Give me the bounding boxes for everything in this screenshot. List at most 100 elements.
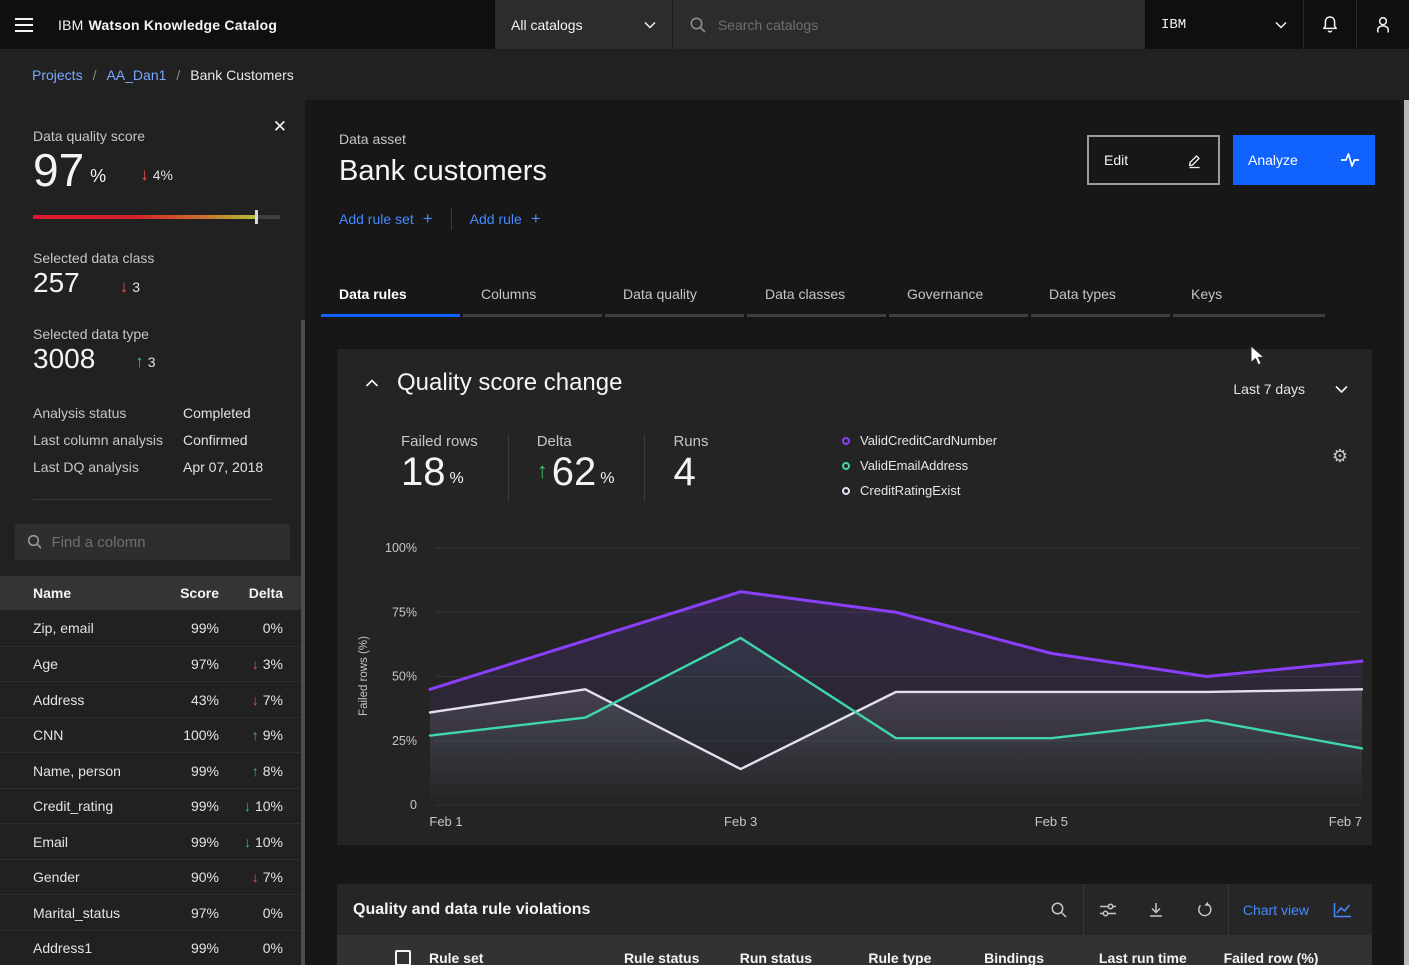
arrow-down-icon: ↓	[252, 692, 259, 708]
data-type-delta-value: 3	[148, 354, 156, 370]
stat-delta: Delta ↑ 62 %	[537, 433, 645, 492]
status-value: Confirmed	[183, 432, 273, 448]
data-type-value: 3008	[33, 342, 95, 376]
collapse-chevron-icon[interactable]	[365, 379, 379, 388]
stat-label: Runs	[673, 433, 708, 450]
add-rule-set-link[interactable]: Add rule set +	[339, 209, 433, 229]
time-range-dropdown[interactable]: Last 7 days	[1233, 381, 1348, 397]
tab-columns[interactable]: Columns	[463, 280, 602, 317]
tab-data-quality[interactable]: Data quality	[605, 280, 744, 317]
tab-data-rules[interactable]: Data rules	[321, 280, 460, 317]
chart-view-toggle[interactable]: Chart view	[1229, 884, 1372, 935]
tab-governance[interactable]: Governance	[889, 280, 1028, 317]
violations-column-header: Failed row (%)	[1224, 950, 1372, 965]
arrow-down-icon: ↓	[252, 656, 259, 672]
column-score: 99%	[157, 798, 219, 814]
chart-title: Quality score change	[397, 369, 622, 397]
tab-data-types[interactable]: Data types	[1031, 280, 1170, 317]
table-row[interactable]: Address199% 0%	[0, 930, 305, 965]
filter-button[interactable]	[1084, 884, 1132, 935]
delta-value: 0%	[263, 940, 283, 956]
tab-underline	[605, 314, 744, 317]
column-name: Email	[0, 834, 157, 850]
column-score: 43%	[157, 692, 219, 708]
download-button[interactable]	[1132, 884, 1180, 935]
plus-icon: +	[531, 209, 541, 229]
page-scrollbar[interactable]	[1404, 100, 1409, 965]
search-input[interactable]	[718, 17, 1129, 33]
breadcrumb: Projects/AA_Dan1/Bank Customers	[0, 49, 1409, 100]
catalog-search	[673, 0, 1145, 49]
status-value: Apr 07, 2018	[183, 459, 273, 475]
tab-underline	[747, 314, 886, 317]
table-row[interactable]: Age97%↓3%	[0, 646, 305, 682]
table-row[interactable]: CNN100%↑9%	[0, 717, 305, 753]
legend-item[interactable]: ValidCreditCardNumber	[842, 433, 997, 448]
tab-label: Columns	[463, 280, 602, 302]
column-score: 99%	[157, 940, 219, 956]
breadcrumb-link[interactable]: AA_Dan1	[106, 67, 166, 83]
column-delta: ↑8%	[219, 763, 305, 779]
refresh-button[interactable]	[1180, 884, 1228, 935]
violations-column-header: Rule type	[868, 950, 984, 965]
column-score: 100%	[157, 727, 219, 743]
data-class-delta-value: 3	[132, 279, 140, 295]
close-icon[interactable]: ✕	[273, 118, 287, 135]
x-tick-label: Feb 3	[724, 814, 757, 829]
chevron-down-icon	[1275, 21, 1287, 29]
select-all-checkbox[interactable]	[395, 950, 411, 965]
account-dropdown[interactable]: IBM	[1145, 0, 1303, 49]
quality-score-card: Quality score change Last 7 days Failed …	[337, 349, 1372, 845]
column-name: Age	[0, 656, 157, 672]
table-row[interactable]: Zip, email99%0%	[0, 610, 305, 646]
violations-card: Quality and data rule violations Chart v…	[337, 884, 1372, 965]
table-row[interactable]: Address43%↓7%	[0, 681, 305, 717]
find-column-input[interactable]	[51, 534, 278, 551]
menu-icon[interactable]	[0, 0, 48, 49]
column-score: 97%	[157, 656, 219, 672]
legend-ring-icon	[842, 437, 850, 445]
add-rule-label: Add rule	[470, 211, 522, 227]
column-delta: 0%	[219, 620, 305, 636]
table-row[interactable]: Gender90%↓7%	[0, 859, 305, 895]
catalogs-dropdown[interactable]: All catalogs	[495, 0, 673, 49]
table-row[interactable]: Name, person99%↑8%	[0, 752, 305, 788]
column-delta: ↓7%	[219, 692, 305, 708]
tab-keys[interactable]: Keys	[1173, 280, 1325, 317]
notifications-button[interactable]	[1303, 0, 1356, 49]
column-name: Marital_status	[0, 905, 157, 921]
arrow-down-icon: ↓	[244, 798, 251, 814]
column-score: 99%	[157, 763, 219, 779]
breadcrumb-separator: /	[176, 67, 180, 83]
brand-name: Watson Knowledge Catalog	[89, 17, 278, 33]
y-axis-label: Failed rows (%)	[358, 636, 370, 716]
stat-value: 4	[673, 452, 695, 492]
table-row[interactable]: Email99%↓10%	[0, 823, 305, 859]
breadcrumb-link[interactable]: Projects	[32, 67, 83, 83]
add-rule-link[interactable]: Add rule +	[470, 209, 541, 229]
main-content: Data asset Bank customers Add rule set +…	[305, 100, 1409, 965]
tab-underline	[1173, 314, 1325, 317]
download-icon	[1147, 901, 1165, 919]
arrow-up-icon: ↑	[135, 352, 144, 372]
arrow-up-icon: ↑	[537, 458, 548, 492]
column-delta: ↑9%	[219, 727, 305, 743]
delta-value: 7%	[263, 692, 283, 708]
legend-item[interactable]: CreditRatingExist	[842, 483, 997, 498]
profile-button[interactable]	[1356, 0, 1409, 49]
edit-button[interactable]: Edit	[1087, 135, 1220, 185]
tab-data-classes[interactable]: Data classes	[747, 280, 886, 317]
table-row[interactable]: Credit_rating99%↓10%	[0, 788, 305, 824]
table-row[interactable]: Marital_status97%0%	[0, 894, 305, 930]
search-button[interactable]	[1035, 884, 1083, 935]
gear-icon[interactable]: ⚙	[1332, 447, 1348, 465]
legend-item[interactable]: ValidEmailAddress	[842, 458, 997, 473]
column-name: Address1	[0, 940, 157, 956]
tab-label: Data rules	[321, 280, 460, 302]
stat-unit: %	[600, 470, 614, 492]
brand-prefix: IBM	[58, 17, 84, 33]
quality-score-delta-value: 4%	[153, 167, 173, 183]
tab-label: Data types	[1031, 280, 1170, 302]
analyze-button[interactable]: Analyze	[1233, 135, 1375, 185]
stat-label: Delta	[537, 433, 615, 450]
